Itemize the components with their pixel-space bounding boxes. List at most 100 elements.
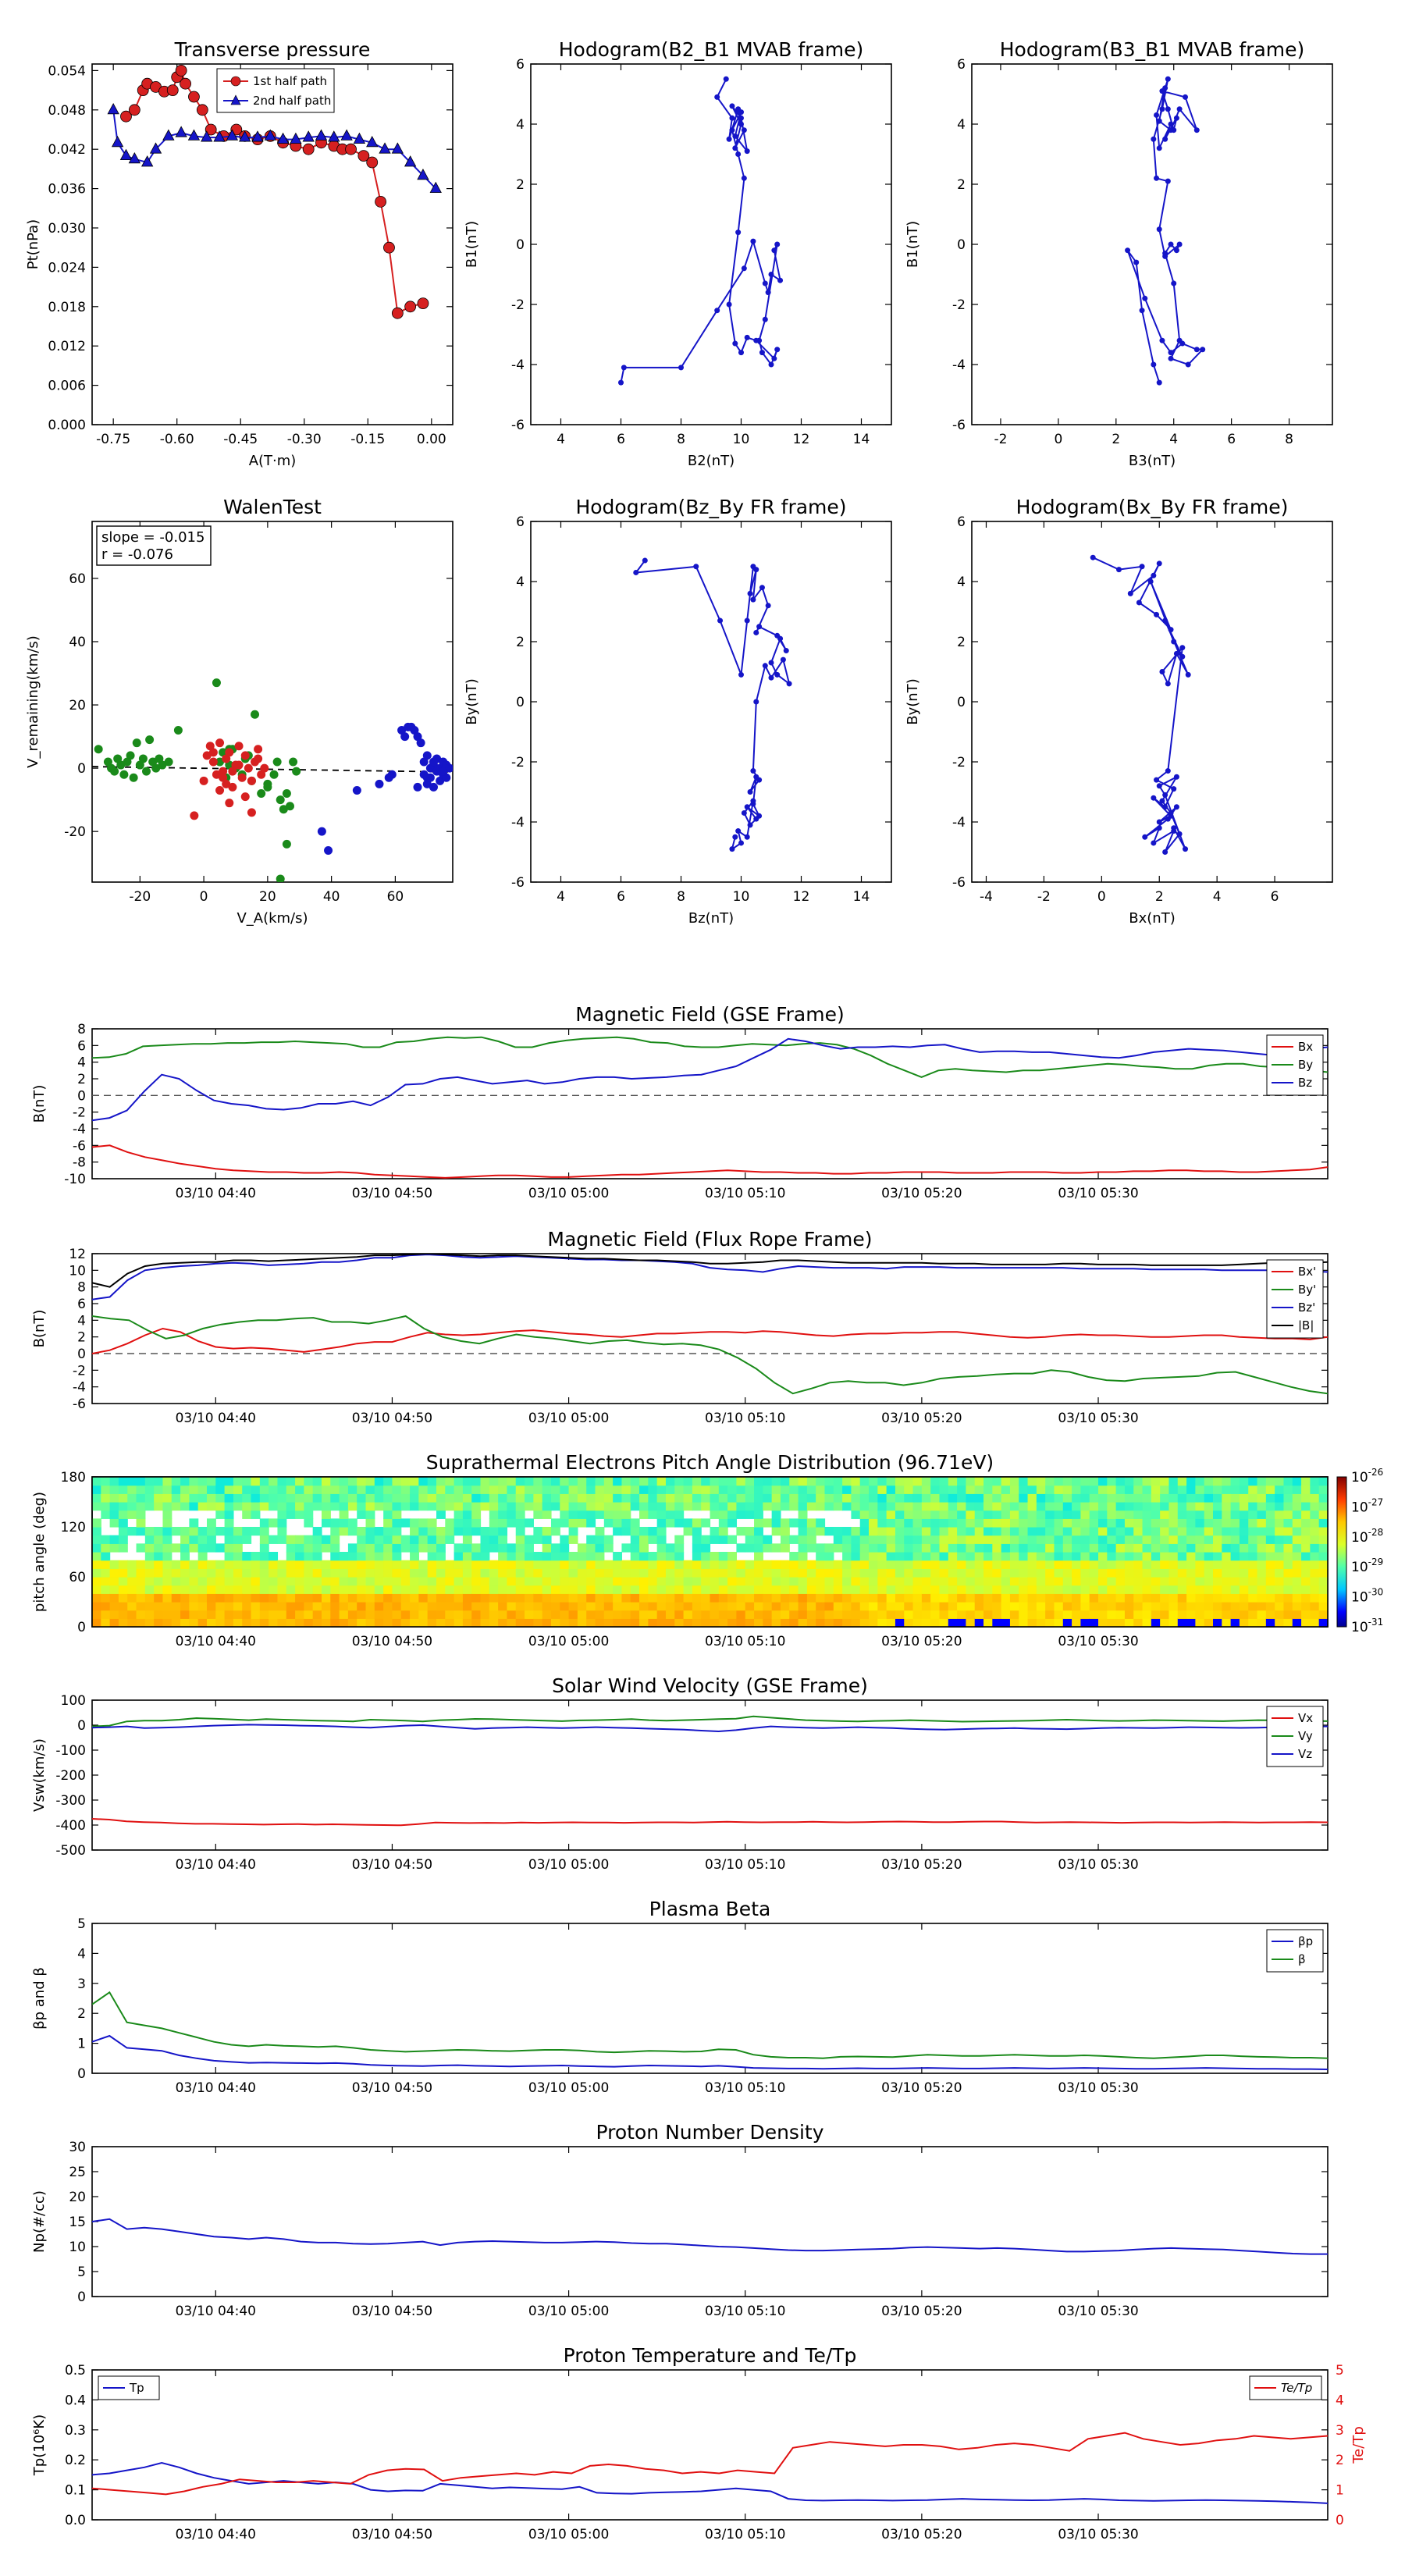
pad-cell <box>966 1560 976 1569</box>
pad-cell <box>1275 1593 1285 1603</box>
pad-ytick-label: 0 <box>77 1620 86 1635</box>
pad-cell <box>1239 1610 1249 1619</box>
pad-cell <box>992 1585 1002 1594</box>
walen-point <box>215 738 225 748</box>
pad-cell <box>665 1502 675 1511</box>
hodo4-point <box>1165 816 1171 822</box>
pad-cell <box>189 1610 199 1619</box>
pad-cell <box>339 1593 349 1603</box>
walen-point <box>254 754 263 763</box>
pad-cell <box>780 1602 790 1611</box>
pad-cell <box>321 1485 331 1494</box>
pad-cell <box>1115 1502 1126 1511</box>
pad-cell <box>833 1560 843 1569</box>
hodo2-point <box>1162 85 1168 91</box>
pad-cell <box>754 1510 763 1519</box>
pad-cell <box>674 1493 685 1503</box>
pad-cell <box>939 1510 949 1519</box>
pad-cell <box>1009 1577 1019 1586</box>
beta-xtick-label: 03/10 05:30 <box>1058 2080 1138 2096</box>
tp-ytick-label: 0.030 <box>48 221 86 237</box>
pad-cell <box>525 1477 534 1486</box>
tp-ytick-label: 0.000 <box>48 418 86 433</box>
pad-cell <box>665 1543 675 1553</box>
pad-cell <box>1265 1610 1275 1619</box>
pad-cell <box>498 1593 508 1603</box>
pad-cell <box>357 1602 367 1611</box>
pad-cell <box>489 1610 499 1619</box>
pad-cell <box>507 1602 517 1611</box>
pad-cell <box>984 1527 993 1536</box>
pad-cell <box>189 1518 199 1528</box>
pad-cell <box>816 1593 826 1603</box>
pad-cell <box>621 1518 631 1528</box>
walen-ylabel: V_remaining(km/s) <box>25 635 41 768</box>
pad-cell <box>542 1560 552 1569</box>
pad-cell <box>101 1610 111 1619</box>
pad-cell <box>392 1502 402 1511</box>
pad-cell <box>992 1502 1002 1511</box>
pad-cell <box>701 1535 711 1544</box>
hodo2-point <box>1176 241 1183 247</box>
pad-cell <box>1186 1602 1196 1611</box>
pad-cell <box>304 1560 314 1569</box>
pad-cell <box>347 1543 357 1553</box>
pad-cell <box>1204 1618 1214 1628</box>
pad-cell <box>180 1477 190 1486</box>
pad-cell <box>277 1560 287 1569</box>
pad-cell <box>436 1485 446 1494</box>
pad-cell <box>118 1543 128 1553</box>
pad-cell <box>859 1610 870 1619</box>
hodo1-point <box>774 347 781 353</box>
pad-cell <box>1195 1577 1205 1586</box>
beta-legend-label: β <box>1298 1952 1306 1966</box>
pad-cell <box>533 1618 543 1628</box>
hodo3-point <box>717 617 724 624</box>
pad-cell <box>984 1568 993 1578</box>
walen-point <box>228 767 237 776</box>
pad-cell <box>595 1585 605 1594</box>
pad-cell <box>1009 1552 1019 1561</box>
pad-cell <box>1230 1477 1240 1486</box>
pad-cell <box>533 1560 543 1569</box>
pad-cell <box>1222 1568 1232 1578</box>
pad-cell <box>886 1560 896 1569</box>
pad-cell <box>383 1577 393 1586</box>
hodo2-point <box>1173 247 1179 254</box>
pad-cell <box>869 1585 878 1594</box>
pad-cell <box>948 1535 958 1544</box>
pad-cell <box>525 1577 534 1586</box>
pad-cell <box>312 1477 322 1486</box>
pad-cell <box>1292 1502 1302 1511</box>
pad-cell <box>966 1527 976 1536</box>
pad-cell <box>948 1485 958 1494</box>
pad-cell <box>1036 1477 1046 1486</box>
pad-cell <box>365 1493 375 1503</box>
pad-cell <box>586 1493 596 1503</box>
pad-cell <box>984 1477 993 1486</box>
pad-cell <box>144 1527 155 1536</box>
pad-cell <box>1283 1518 1293 1528</box>
walen-point <box>208 748 218 757</box>
pad-cell <box>1019 1577 1029 1586</box>
walen-point <box>257 789 266 799</box>
hodo1-point <box>753 337 759 343</box>
pad-cell <box>1072 1477 1081 1486</box>
pad-cell <box>710 1560 720 1569</box>
pad-cell <box>595 1593 605 1603</box>
hodo1-point <box>732 133 738 139</box>
hodo3-point <box>750 768 756 774</box>
pad-cell <box>1168 1585 1179 1594</box>
pad-cell <box>692 1618 702 1628</box>
pad-cell <box>656 1577 667 1586</box>
pad-cell <box>1248 1535 1258 1544</box>
pad-cell <box>392 1552 402 1561</box>
pad-cell <box>921 1610 931 1619</box>
pad-cell <box>427 1593 437 1603</box>
pad-cell <box>683 1585 693 1594</box>
pad-cell <box>347 1577 357 1586</box>
pad-cell <box>92 1560 101 1569</box>
hodo2-point <box>1168 350 1174 356</box>
pad-cell <box>806 1577 816 1586</box>
pad-cell <box>312 1585 322 1594</box>
